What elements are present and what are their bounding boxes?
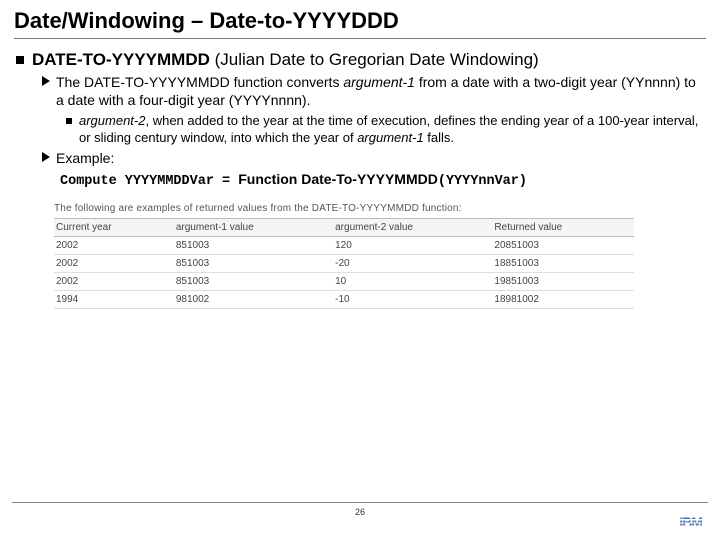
th-returned: Returned value	[492, 219, 634, 237]
triangle-bullet-icon	[42, 152, 50, 162]
table-row: 2002 851003 10 19851003	[54, 273, 634, 291]
bullet-level1: DATE-TO-YYYYMMDD (Julian Date to Gregori…	[16, 49, 706, 70]
bullet3-i2: argument-1	[357, 130, 423, 145]
table-caption: The following are examples of returned v…	[54, 203, 706, 214]
square-bullet-icon	[66, 118, 72, 124]
bullet-level3: argument-2, when added to the year at th…	[66, 113, 706, 146]
code-example: Compute YYYYMMDDVar = Function Date-To-Y…	[60, 171, 706, 189]
footer-divider	[12, 502, 708, 503]
table-row: 2002 851003 120 20851003	[54, 237, 634, 255]
th-arg1: argument-1 value	[174, 219, 333, 237]
bullet1-bold: DATE-TO-YYYYMMDD	[32, 50, 210, 69]
code-fn: Function Date-To-YYYYMMDD	[238, 171, 438, 187]
square-bullet-icon	[16, 56, 24, 64]
bullet-level2: The DATE-TO-YYYYMMDD function converts a…	[42, 74, 706, 109]
table-row: 2002 851003 -20 18851003	[54, 255, 634, 273]
slide-title: Date/Windowing – Date-to-YYYYDDD	[14, 8, 706, 39]
bullet2a-pre: The DATE-TO-YYYYMMDD function converts	[56, 74, 343, 90]
triangle-bullet-icon	[42, 76, 50, 86]
page-number: 26	[0, 507, 720, 517]
ibm-logo-icon: IBM	[679, 514, 702, 530]
bullet2b-text: Example:	[56, 150, 114, 168]
examples-table: Current year argument-1 value argument-2…	[54, 218, 634, 309]
table-row: 1994 981002 -10 18981002	[54, 291, 634, 309]
table-header-row: Current year argument-1 value argument-2…	[54, 219, 634, 237]
bullet2a-italic: argument-1	[343, 74, 415, 90]
th-current-year: Current year	[54, 219, 174, 237]
bullet3-t2: falls.	[424, 130, 454, 145]
bullet-level2: Example:	[42, 150, 706, 168]
th-arg2: argument-2 value	[333, 219, 492, 237]
code-lhs: Compute YYYYMMDDVar =	[60, 174, 238, 189]
code-arg: (YYYYnnVar)	[438, 174, 527, 189]
bullet3-i1: argument-2	[79, 113, 145, 128]
slide-footer: 26 IBM	[0, 502, 720, 530]
bullet1-rest: (Julian Date to Gregorian Date Windowing…	[210, 50, 539, 69]
logo-text: IBM	[679, 514, 702, 530]
